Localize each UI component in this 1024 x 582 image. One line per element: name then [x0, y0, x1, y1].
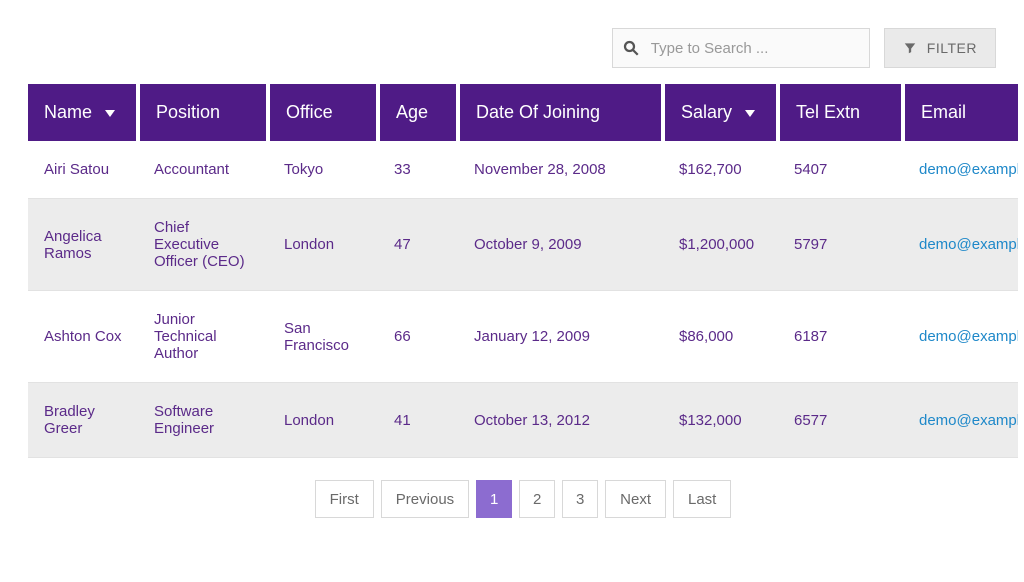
- col-header-email[interactable]: Email: [903, 84, 1018, 141]
- table-scroll-container[interactable]: Name Position Office Age Date Of Joining: [28, 84, 1018, 458]
- cell-salary: $1,200,000: [663, 199, 778, 291]
- col-header-office[interactable]: Office: [268, 84, 378, 141]
- sort-caret-icon: [745, 108, 755, 118]
- cell-position: Software Engineer: [138, 383, 268, 458]
- col-header-doj[interactable]: Date Of Joining: [458, 84, 663, 141]
- page-first-button[interactable]: First: [315, 480, 374, 518]
- page-last-button[interactable]: Last: [673, 480, 731, 518]
- cell-name: Bradley Greer: [28, 383, 138, 458]
- page-number-button[interactable]: 3: [562, 480, 598, 518]
- search-box: [612, 28, 870, 68]
- col-header-label: Office: [286, 102, 333, 122]
- cell-office: London: [268, 199, 378, 291]
- cell-office: Tokyo: [268, 141, 378, 199]
- col-header-position[interactable]: Position: [138, 84, 268, 141]
- page-number-button[interactable]: 1: [476, 480, 512, 518]
- cell-salary: $86,000: [663, 291, 778, 383]
- search-input[interactable]: [612, 28, 870, 68]
- cell-office: San Francisco: [268, 291, 378, 383]
- cell-name: Ashton Cox: [28, 291, 138, 383]
- table-header: Name Position Office Age Date Of Joining: [28, 84, 1018, 141]
- pagination: First Previous 123 Next Last: [28, 480, 1018, 518]
- table-row: Ashton CoxJunior Technical AuthorSan Fra…: [28, 291, 1018, 383]
- cell-doj: October 9, 2009: [458, 199, 663, 291]
- cell-age: 33: [378, 141, 458, 199]
- cell-email[interactable]: demo@example.com: [903, 383, 1018, 458]
- cell-ext: 5797: [778, 199, 903, 291]
- filter-button-label: FILTER: [927, 40, 977, 56]
- cell-email[interactable]: demo@example.com: [903, 141, 1018, 199]
- cell-age: 66: [378, 291, 458, 383]
- cell-name: Airi Satou: [28, 141, 138, 199]
- data-table: Name Position Office Age Date Of Joining: [28, 84, 1018, 458]
- cell-position: Accountant: [138, 141, 268, 199]
- cell-name: Angelica Ramos: [28, 199, 138, 291]
- table-row: Bradley GreerSoftware EngineerLondon41Oc…: [28, 383, 1018, 458]
- col-header-ext[interactable]: Tel Extn: [778, 84, 903, 141]
- col-header-salary[interactable]: Salary: [663, 84, 778, 141]
- col-header-label: Position: [156, 102, 220, 122]
- cell-ext: 5407: [778, 141, 903, 199]
- cell-doj: January 12, 2009: [458, 291, 663, 383]
- page-next-button[interactable]: Next: [605, 480, 666, 518]
- col-header-age[interactable]: Age: [378, 84, 458, 141]
- col-header-name[interactable]: Name: [28, 84, 138, 141]
- table-row: Airi SatouAccountantTokyo33November 28, …: [28, 141, 1018, 199]
- table-body: Airi SatouAccountantTokyo33November 28, …: [28, 141, 1018, 458]
- toolbar: FILTER: [28, 28, 1018, 68]
- sort-caret-icon: [105, 108, 115, 118]
- page-previous-button[interactable]: Previous: [381, 480, 469, 518]
- cell-position: Junior Technical Author: [138, 291, 268, 383]
- cell-age: 47: [378, 199, 458, 291]
- col-header-label: Email: [921, 102, 966, 122]
- col-header-label: Name: [44, 102, 92, 122]
- col-header-label: Date Of Joining: [476, 102, 600, 122]
- cell-doj: November 28, 2008: [458, 141, 663, 199]
- filter-button[interactable]: FILTER: [884, 28, 996, 68]
- cell-ext: 6577: [778, 383, 903, 458]
- cell-position: Chief Executive Officer (CEO): [138, 199, 268, 291]
- cell-office: London: [268, 383, 378, 458]
- cell-doj: October 13, 2012: [458, 383, 663, 458]
- col-header-label: Tel Extn: [796, 102, 860, 122]
- cell-salary: $132,000: [663, 383, 778, 458]
- col-header-label: Salary: [681, 102, 732, 122]
- filter-icon: [903, 41, 917, 55]
- page-number-button[interactable]: 2: [519, 480, 555, 518]
- cell-email[interactable]: demo@example.com: [903, 199, 1018, 291]
- table-row: Angelica RamosChief Executive Officer (C…: [28, 199, 1018, 291]
- cell-salary: $162,700: [663, 141, 778, 199]
- cell-ext: 6187: [778, 291, 903, 383]
- cell-age: 41: [378, 383, 458, 458]
- col-header-label: Age: [396, 102, 428, 122]
- cell-email[interactable]: demo@example.com: [903, 291, 1018, 383]
